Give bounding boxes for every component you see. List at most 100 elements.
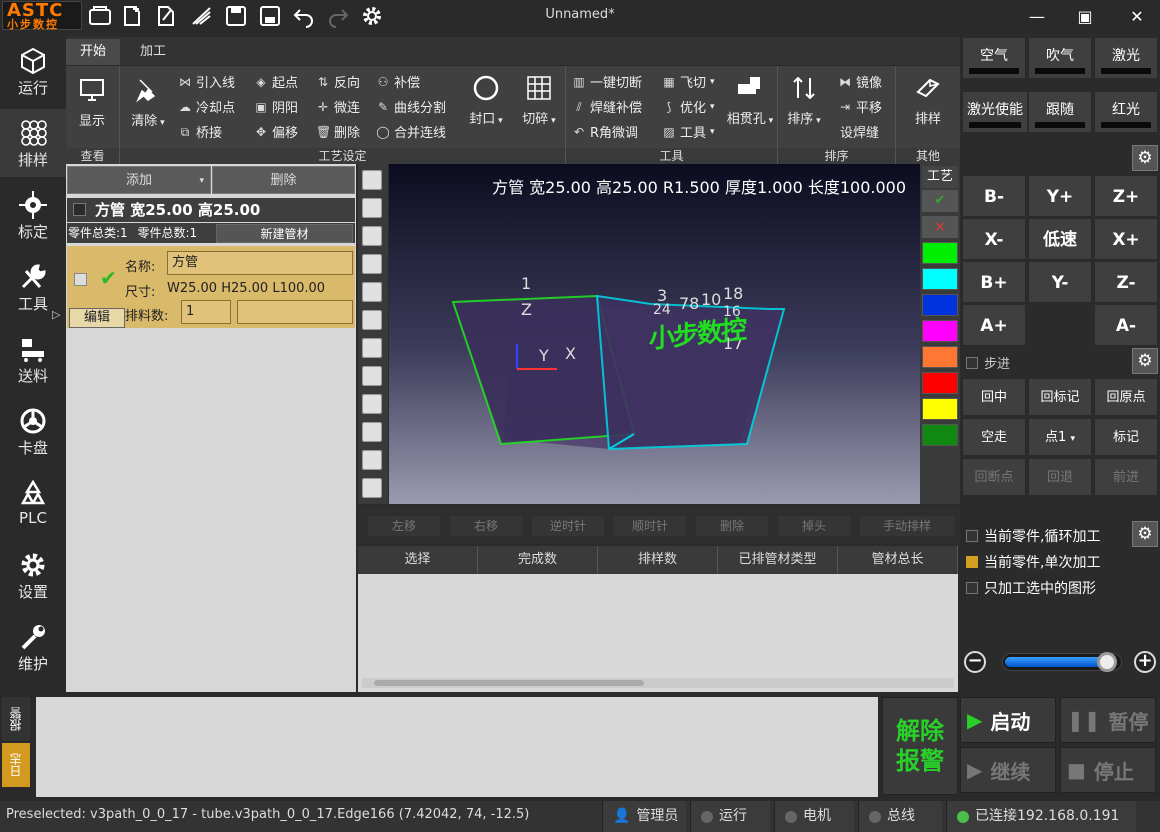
3d-viewport[interactable]: 方管 宽25.00 高25.00 R1.500 厚度1.000 长度100.00…	[389, 164, 920, 504]
forward-button[interactable]: 前进	[1094, 458, 1158, 496]
through-hole-button[interactable]: 相贯孔 ▾	[726, 74, 774, 127]
delete-button[interactable]: 🗑 删除	[316, 122, 360, 142]
loop-current-checkbox[interactable]: 当前零件,循环加工	[966, 526, 1100, 546]
jog-b-minus[interactable]: B-	[962, 175, 1026, 217]
merge-lines-button[interactable]: ◯ 合并连线	[376, 122, 446, 142]
gear-icon[interactable]: ⚙	[1132, 145, 1158, 171]
back-breakpoint-button[interactable]: 回断点	[962, 458, 1026, 496]
tab-start[interactable]: 开始	[66, 39, 121, 65]
sort-button[interactable]: 排序 ▾	[784, 74, 824, 127]
view-front-icon[interactable]	[362, 198, 382, 218]
tab-process[interactable]: 加工	[126, 39, 180, 65]
view-iso2-icon[interactable]	[362, 366, 382, 386]
speed-slider[interactable]	[1002, 652, 1122, 672]
translate-button[interactable]: ⇥ 平移	[838, 97, 882, 117]
expand-arrow-icon[interactable]: ▷	[52, 308, 60, 321]
one-key-cut-button[interactable]: ▥ 一键切断	[572, 72, 642, 92]
col-total-length[interactable]: 管材总长	[838, 546, 958, 574]
manual-nest-button[interactable]: 手动排样	[860, 516, 954, 536]
display-button[interactable]: 显示	[72, 76, 112, 129]
cooling-point-button[interactable]: ☁ 冷却点	[178, 97, 235, 117]
back-mark-button[interactable]: 回标记	[1028, 378, 1092, 416]
view-iso3-icon[interactable]	[362, 394, 382, 414]
delete-row-button[interactable]: 删除	[696, 516, 768, 536]
flip-button[interactable]: 掉头	[778, 516, 850, 536]
lead-line-button[interactable]: ⋈ 引入线	[178, 72, 235, 92]
jog-y-minus[interactable]: Y-	[1028, 261, 1092, 303]
clear-button[interactable]: 清除 ▾	[126, 76, 170, 129]
nav-settings[interactable]: 设置	[0, 541, 66, 609]
table-scrollbar[interactable]	[362, 678, 954, 688]
view-iso-icon[interactable]	[362, 170, 382, 190]
jog-z-plus[interactable]: Z+	[1094, 175, 1158, 217]
part-name-field[interactable]: 方管	[167, 251, 353, 275]
seal-button[interactable]: 封口 ▾	[468, 74, 504, 127]
jog-x-plus[interactable]: X+	[1094, 218, 1158, 260]
new-tube-button[interactable]: 新建管材	[216, 224, 353, 243]
micro-joint-button[interactable]: ✛ 微连	[316, 97, 360, 117]
tab-log[interactable]: 日志	[2, 743, 30, 787]
jog-x-minus[interactable]: X-	[962, 218, 1026, 260]
nest-count-field[interactable]: 1	[181, 300, 231, 324]
layer-color-swatch[interactable]	[922, 372, 958, 394]
move-left-button[interactable]: 左移	[368, 516, 440, 536]
view-iso5-icon[interactable]	[362, 450, 382, 470]
offset-button[interactable]: ✥ 偏移	[254, 122, 298, 142]
set-seam-button[interactable]: 设焊缝	[840, 122, 879, 141]
selected-only-checkbox[interactable]: 只加工选中的图形	[966, 578, 1096, 598]
minimize-button[interactable]: —	[1022, 4, 1052, 28]
red-light-button[interactable]: 红光	[1094, 91, 1158, 133]
weld-comp-button[interactable]: ⫽ 焊缝补偿	[572, 97, 642, 117]
close-button[interactable]: ✕	[1122, 4, 1152, 28]
jog-y-plus[interactable]: Y+	[1028, 175, 1092, 217]
add-part-button[interactable]: 添加 ▾	[67, 166, 211, 194]
loop-gear-icon[interactable]: ⚙	[1132, 521, 1158, 547]
compensate-button[interactable]: ⚇ 补偿	[376, 72, 420, 92]
continue-button[interactable]: ▶ 继续	[960, 747, 1056, 793]
layer-color-swatch[interactable]	[922, 398, 958, 420]
view-fit-icon[interactable]	[362, 478, 382, 498]
dry-run-button[interactable]: 空走	[962, 418, 1026, 456]
step-checkbox[interactable]: 步进	[966, 353, 1010, 372]
admin-status[interactable]: 👤 管理员	[602, 801, 686, 832]
mark-button[interactable]: 标记	[1094, 418, 1158, 456]
nest-extra-field[interactable]	[237, 300, 353, 324]
follow-button[interactable]: 跟随	[1028, 91, 1092, 133]
jog-z-minus[interactable]: Z-	[1094, 261, 1158, 303]
reverse-button[interactable]: ⇅ 反向	[316, 72, 360, 92]
view-top-icon[interactable]	[362, 310, 382, 330]
blow-button[interactable]: 吹气	[1028, 37, 1092, 79]
jog-low-speed[interactable]: 低速	[1028, 218, 1092, 260]
col-nest-count[interactable]: 排样数	[598, 546, 718, 574]
shred-button[interactable]: 切碎 ▾	[518, 74, 560, 127]
layer-color-swatch[interactable]	[922, 294, 958, 316]
laser-enable-button[interactable]: 激光使能	[962, 91, 1028, 133]
jog-a-minus[interactable]: A-	[1094, 304, 1158, 346]
edit-part-button[interactable]: 编辑	[69, 308, 125, 328]
nav-chuck[interactable]: 卡盘	[0, 397, 66, 465]
back-center-button[interactable]: 回中	[962, 378, 1026, 416]
speed-minus-button[interactable]: −	[964, 651, 986, 673]
fly-cut-button[interactable]: ▦ 飞切 ▾	[662, 72, 714, 92]
move-right-button[interactable]: 右移	[450, 516, 522, 536]
layer-color-swatch[interactable]	[922, 242, 958, 264]
maximize-button[interactable]: ▣	[1070, 4, 1100, 28]
nest-button[interactable]: 排样	[908, 74, 948, 127]
bridge-button[interactable]: ⧉ 桥接	[178, 122, 222, 142]
back-step-button[interactable]: 回退	[1028, 458, 1092, 496]
curve-split-button[interactable]: ✎ 曲线分割	[376, 97, 446, 117]
delete-part-button[interactable]: 删除	[212, 166, 355, 194]
layer-color-swatch[interactable]	[922, 424, 958, 446]
view-back-icon[interactable]	[362, 226, 382, 246]
nav-maintain[interactable]: 维护	[0, 613, 66, 681]
jog-a-plus[interactable]: A+	[962, 304, 1026, 346]
layer-color-swatch[interactable]	[922, 320, 958, 342]
col-tube-type[interactable]: 已排管材类型	[718, 546, 838, 574]
start-button[interactable]: ▶ 启动	[960, 697, 1056, 743]
view-left-icon[interactable]	[362, 254, 382, 274]
point-select[interactable]: 点1 ▾	[1028, 418, 1092, 456]
col-done[interactable]: 完成数	[478, 546, 598, 574]
part-card[interactable]: ✔ 名称: 方管 尺寸: W25.00 H25.00 L100.00 编辑 排料…	[67, 246, 355, 328]
part-checkbox[interactable]	[74, 273, 87, 286]
clear-alarm-button[interactable]: 解除报警	[882, 697, 958, 795]
